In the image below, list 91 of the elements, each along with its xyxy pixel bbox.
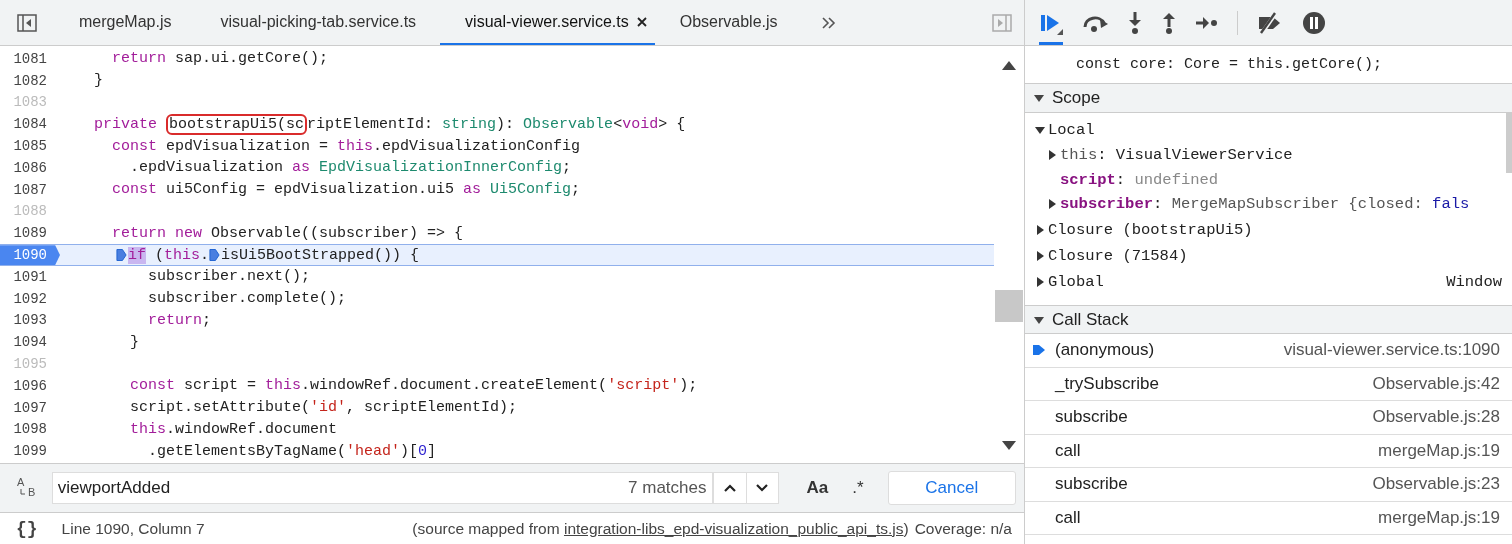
search-field[interactable]: viewportAdded 7 matches [51,472,713,504]
step-icon[interactable] [1195,15,1219,30]
scroll-down-icon[interactable] [1002,441,1016,451]
call-frame[interactable]: _trySubscribe Observable.js:42 [1025,367,1512,401]
code-line: return; [147,311,212,329]
scope-variable[interactable]: this: VisualViewerService [1060,146,1293,165]
line-number: 1087 [12,180,48,200]
call-frame[interactable]: call mergeMap.js:19 [1025,501,1512,535]
breakpoint-marker-icon[interactable] [209,247,221,262]
scope-header[interactable]: Scope [1025,84,1512,113]
match-case-button[interactable]: Aa [796,478,839,498]
code-line: } [129,333,139,351]
code-line: subscriber.next(); [147,268,311,286]
line-number: 1094 [12,333,48,353]
scope-group[interactable]: Local [1048,121,1095,139]
code-line: if (this. isUi5BootStrapped()) { [60,246,420,264]
scope-variable[interactable]: subscriber: MergeMapSubscriber {closed: fals [1060,195,1470,214]
call-frame[interactable]: call mergeMap.js:19 [1025,434,1512,468]
code-line: this.windowRef.document [129,420,338,438]
expand-arrow-icon[interactable] [1047,150,1057,161]
breakpoint-marker-icon[interactable] [116,247,127,262]
code-line: private bootstrapUi5(sc riptElementId: string): Observable<void> { [93,115,686,133]
code-line: const ui5Config = epdVisualization.ui5 as Ui5Config; [111,181,581,199]
more-tabs-icon[interactable] [821,16,836,29]
chevron-down-icon [756,484,768,492]
scope-variable[interactable]: script: undefined [1060,170,1219,189]
match-count: 7 matches [628,478,708,498]
scope-group[interactable]: Closure (bootstrapUi5) [1048,220,1253,239]
line-number: 1099 [12,442,48,462]
call-stack-header[interactable]: Call Stack [1025,305,1512,334]
line-number: 1083 [12,93,48,113]
collapse-arrow-icon [1034,93,1044,103]
source-map-note: (source mapped from integration-libs_epd-visualization_public_api_ts.js) [412,519,909,538]
step-out-icon[interactable] [1161,10,1177,35]
scope-group[interactable]: Global [1048,272,1104,291]
line-number: 1081 [12,49,48,69]
code-line: return sap.ui.getCore(); [111,50,329,68]
sidebar-toggle-icon[interactable] [17,13,37,32]
code-line: .epdVisualization as EpdVisualizationInnerConfig; [129,159,572,177]
call-frame[interactable]: subscribe Observable.js:23 [1025,468,1512,502]
code-line: const epdVisualization = this.epdVisualizationConfig [111,137,581,155]
pause-on-exceptions-icon[interactable] [1302,10,1326,35]
line-number: 1086 [12,158,48,178]
line-number: 1098 [12,420,48,440]
coverage-label: Coverage: n/a [914,519,1012,538]
search-input[interactable]: viewportAdded [52,472,629,504]
line-number: 1096 [12,376,48,396]
code-line: .getElementsByTagName('head')[0] [147,442,437,460]
regex-button[interactable]: .* [842,478,874,498]
close-icon[interactable] [636,16,647,27]
scroll-thumb[interactable] [995,290,1023,322]
call-frame[interactable]: (anonymous) visual-viewer.service.ts:1090 [1025,334,1512,368]
line-number: 1095 [12,355,48,375]
line-number: 1089 [12,224,48,244]
cancel-button[interactable]: Cancel [887,471,1016,505]
line-number: 1092 [12,289,48,309]
file-tab[interactable]: visual-picking-tab.service.ts [195,0,441,45]
code-line: } [93,72,103,90]
line-number: 1088 [12,202,48,222]
code-line: script.setAttribute('id', scriptElementId); [129,399,518,417]
cursor-position: Line 1090, Column 7 [61,519,205,538]
file-tab[interactable]: Observable.js [654,0,802,45]
debugger-toggle-icon[interactable] [992,13,1012,32]
scope-group[interactable]: Closure (71584) [1048,246,1188,265]
expand-arrow-icon[interactable] [1047,199,1057,210]
file-tab[interactable]: mergeMap.js [55,0,196,45]
replace-toggle[interactable]: A B [16,477,40,499]
line-number: 1082 [12,71,48,91]
line-number: 1097 [12,398,48,418]
code-line: return new Observable((subscriber) => { [111,224,464,242]
pretty-print-button[interactable]: {} [16,518,38,539]
paused-statement: const core: Core = this.getCore(); [1076,56,1383,73]
step-into-icon[interactable] [1127,10,1143,35]
scroll-up-icon[interactable] [1002,60,1016,70]
expand-arrow-icon[interactable] [1035,224,1045,235]
source-file-link[interactable]: integration-libs_epd-visualization_public_api_ts.js [563,519,904,537]
expand-arrow-icon[interactable] [1035,250,1045,261]
file-tab[interactable]: visual-viewer.service.ts [440,0,655,45]
line-number: 1091 [12,267,48,287]
expand-arrow-icon[interactable] [1035,276,1045,287]
line-number: 1085 [12,137,48,157]
code-line: const script = this.windowRef.document.createElement('script'); [129,377,698,395]
line-number: 1090 [0,245,60,265]
line-number: 1084 [12,115,48,135]
line-number: 1093 [12,311,48,331]
collapse-arrow-icon[interactable] [1035,125,1045,135]
call-frame[interactable]: subscribe Observable.js:28 [1025,401,1512,435]
code-line: subscriber.complete(); [147,290,347,308]
collapse-arrow-icon [1034,314,1044,325]
chevron-up-icon [723,484,736,492]
scope-value: Window [1446,272,1502,291]
